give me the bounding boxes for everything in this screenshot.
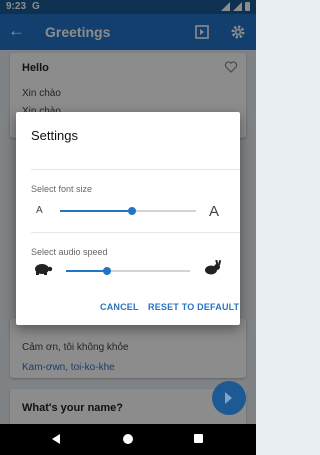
nav-home-icon[interactable] — [123, 434, 133, 444]
font-size-slider[interactable] — [60, 203, 196, 219]
nav-recents-icon[interactable] — [194, 434, 203, 443]
audio-speed-label: Select audio speed — [31, 247, 108, 257]
play-icon — [225, 392, 232, 404]
divider — [31, 232, 240, 233]
system-nav-bar — [0, 424, 256, 455]
slider-fill — [66, 270, 107, 272]
divider — [31, 169, 240, 170]
dialog-title: Settings — [31, 128, 78, 143]
slider-thumb[interactable] — [102, 267, 111, 275]
reset-to-default-button[interactable]: RESET TO DEFAULT — [148, 302, 239, 312]
turtle-icon — [35, 264, 53, 275]
settings-dialog: Settings Select font size A A Select aud… — [16, 112, 240, 325]
nav-back-icon[interactable] — [52, 434, 60, 444]
rabbit-icon — [205, 260, 222, 275]
font-large-glyph: A — [209, 203, 220, 220]
font-size-label: Select font size — [31, 184, 93, 194]
audio-speed-slider[interactable] — [66, 263, 190, 279]
play-button[interactable] — [212, 381, 246, 415]
cancel-button[interactable]: CANCEL — [100, 302, 139, 312]
slider-thumb[interactable] — [128, 207, 137, 215]
slider-fill — [60, 210, 133, 212]
font-small-glyph: A — [36, 205, 43, 216]
